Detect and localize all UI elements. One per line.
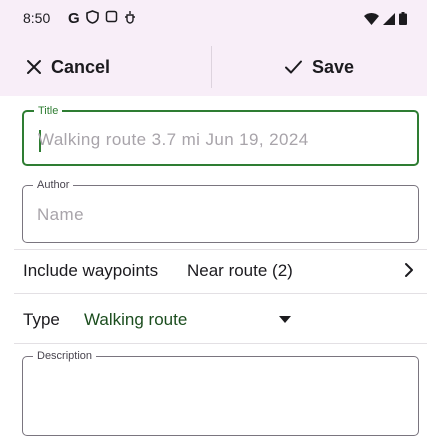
cancel-button[interactable]: Cancel [26, 38, 110, 96]
battery-icon [399, 12, 407, 30]
status-left-icons: G [68, 9, 136, 29]
author-field[interactable]: Author [22, 178, 419, 243]
debug-icon [124, 10, 136, 29]
signal-icon [383, 12, 395, 30]
vpn-shield-icon [85, 9, 99, 29]
type-selector[interactable]: Type Walking route [0, 298, 427, 342]
wifi-icon [364, 12, 379, 30]
chevron-right-icon [405, 263, 413, 277]
dropdown-arrow-icon[interactable] [279, 316, 291, 323]
status-right-icons [364, 12, 407, 30]
close-icon [27, 60, 41, 74]
screen-icon [105, 10, 118, 28]
title-field[interactable]: Title [22, 104, 419, 166]
divider [14, 343, 427, 344]
save-button[interactable]: Save [284, 38, 354, 96]
cancel-label: Cancel [51, 56, 111, 77]
title-field-label: Title [34, 104, 63, 118]
include-waypoints-label: Include waypoints [23, 261, 159, 280]
author-field-label: Author [33, 178, 74, 192]
check-icon [285, 60, 302, 74]
type-label: Type [23, 310, 60, 329]
description-input[interactable] [37, 371, 408, 421]
author-input[interactable] [37, 204, 408, 226]
save-label: Save [312, 56, 355, 77]
status-time: 8:50 [23, 10, 51, 26]
include-waypoints-row[interactable]: Include waypoints Near route (2) [0, 249, 427, 293]
title-input[interactable] [38, 129, 407, 151]
google-g-icon: G [68, 10, 80, 27]
divider [14, 293, 427, 294]
description-field-label: Description [33, 349, 97, 363]
action-bar: Cancel Save [0, 38, 427, 96]
type-value[interactable]: Walking route [84, 310, 187, 330]
action-divider [211, 46, 212, 88]
include-waypoints-value: Near route (2) [187, 261, 293, 280]
description-field[interactable]: Description [22, 349, 419, 436]
status-bar: 8:50 G [0, 0, 427, 38]
